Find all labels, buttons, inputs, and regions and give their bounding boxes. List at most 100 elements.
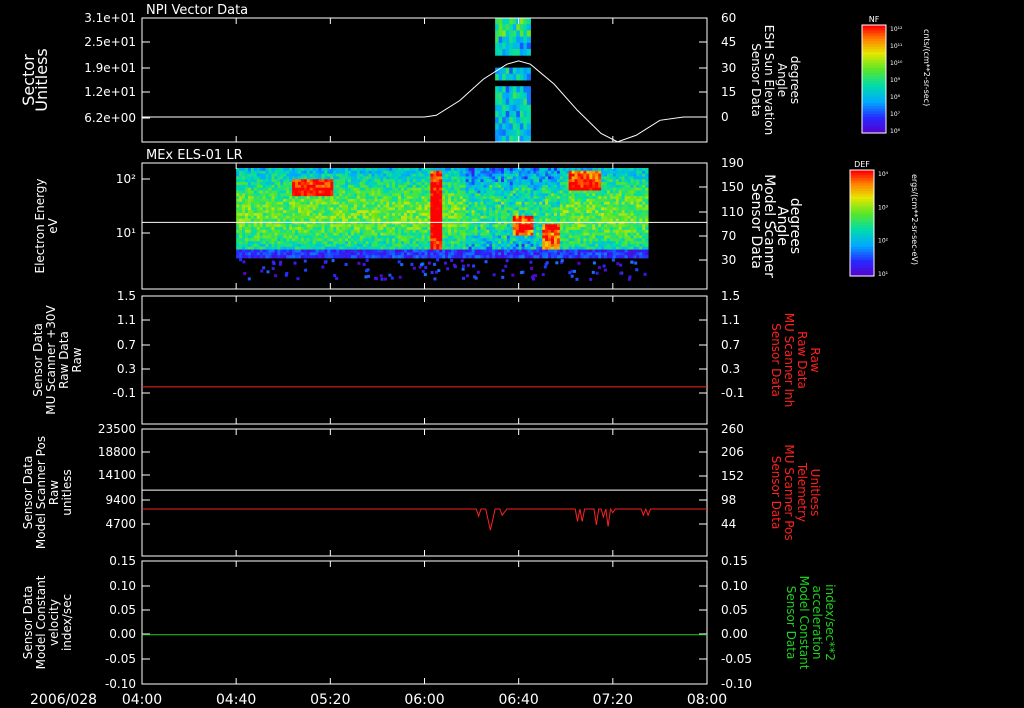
heatmap-cell — [559, 224, 564, 228]
heatmap-cell — [268, 168, 272, 172]
heatmap-cell — [645, 218, 649, 222]
heatmap-cell — [515, 196, 520, 200]
heatmap-cell — [512, 238, 517, 242]
heatmap-cell — [559, 243, 564, 248]
heatmap-cell — [430, 232, 434, 236]
heatmap-cell — [292, 238, 296, 242]
heatmap-cell — [468, 207, 472, 211]
heatmap-cell — [509, 92, 514, 100]
heatmap-cell — [598, 170, 602, 175]
heatmap-cell — [606, 224, 611, 228]
heatmap-cell — [506, 224, 511, 228]
heatmap-cell — [262, 176, 266, 180]
heatmap-cell — [556, 224, 561, 228]
heatmap-cell — [427, 261, 431, 265]
heatmap-cell — [409, 227, 414, 231]
heatmap-cell — [347, 215, 352, 220]
heatmap-cell — [445, 198, 449, 203]
heatmap-cell — [453, 224, 458, 228]
heatmap-cell — [506, 179, 511, 183]
heatmap-cell — [495, 18, 500, 25]
heatmap-cell — [456, 201, 461, 205]
heatmap-cell — [409, 232, 414, 236]
heatmap-cell — [618, 246, 623, 250]
heatmap-cell — [601, 193, 605, 197]
heatmap-cell — [430, 255, 434, 259]
heatmap-cell — [501, 235, 505, 239]
heatmap-cell — [236, 246, 240, 250]
heatmap-cell — [406, 229, 411, 234]
heatmap-cell — [374, 207, 378, 211]
heatmap-cell — [518, 218, 523, 222]
heatmap-cell — [448, 227, 452, 231]
heatmap-cell — [612, 213, 617, 217]
heatmap-cell — [565, 168, 570, 172]
heatmap-cell — [336, 187, 340, 191]
heatmap-cell — [318, 241, 322, 245]
heatmap-cell — [289, 170, 293, 175]
heatmap-cell — [277, 246, 281, 250]
heatmap-cell — [586, 179, 590, 183]
heatmap-cell — [306, 246, 311, 250]
heatmap-cell — [377, 182, 381, 186]
heatmap-cell — [542, 198, 546, 203]
heatmap-cell — [362, 232, 367, 236]
heatmap-cell — [297, 201, 302, 205]
heatmap-cell — [268, 170, 272, 175]
heatmap-cell — [618, 190, 623, 194]
heatmap-cell — [612, 204, 617, 208]
heatmap-cell — [347, 190, 352, 194]
heatmap-cell — [586, 207, 590, 211]
heatmap-cell — [639, 184, 643, 189]
heatmap-cell — [403, 218, 408, 222]
heatmap-cell — [412, 196, 417, 200]
heatmap-cell — [627, 224, 631, 228]
heatmap-cell — [592, 218, 596, 222]
heatmap-cell — [277, 213, 281, 217]
heatmap-cell — [503, 229, 508, 234]
heatmap-cell — [639, 224, 643, 228]
heatmap-cell — [615, 241, 620, 245]
heatmap-cell — [571, 215, 575, 220]
heatmap-cell — [645, 249, 649, 253]
heatmap-cell — [465, 224, 470, 228]
heatmap-cell — [445, 182, 449, 186]
heatmap-cell — [277, 173, 281, 177]
heatmap-cell — [601, 229, 605, 234]
heatmap-cell — [286, 201, 290, 205]
heatmap-cell — [586, 190, 590, 194]
heatmap-cell — [580, 227, 584, 231]
heatmap-cell — [398, 215, 402, 220]
heatmap-cell — [333, 187, 337, 191]
heatmap-cell — [439, 210, 443, 214]
heatmap-cell — [474, 176, 478, 180]
heatmap-cell — [271, 184, 275, 189]
heatmap-cell — [259, 224, 264, 228]
heatmap-cell — [495, 111, 500, 118]
heatmap-cell — [359, 232, 364, 236]
heatmap-cell — [477, 246, 481, 250]
heatmap-cell — [598, 249, 602, 253]
heatmap-cell — [627, 193, 631, 197]
heatmap-cell — [474, 170, 478, 175]
heatmap-cell — [516, 123, 521, 131]
heatmap-cell — [403, 238, 408, 242]
heatmap-cell — [242, 243, 246, 248]
heatmap-cell — [265, 207, 269, 211]
heatmap-cell — [446, 267, 450, 271]
heatmap-cell — [571, 196, 575, 200]
heatmap-cell — [521, 227, 525, 231]
heatmap-cell — [436, 187, 440, 191]
heatmap-cell — [256, 227, 261, 231]
heatmap-cell — [548, 176, 552, 180]
heatmap-cell — [562, 187, 567, 191]
heatmap-cell — [324, 204, 328, 208]
heatmap-cell — [571, 243, 575, 248]
heatmap-cell — [415, 252, 420, 256]
heatmap-cell — [383, 277, 387, 281]
heatmap-cell — [615, 184, 620, 189]
heatmap-cell — [495, 182, 499, 186]
heatmap-cell — [542, 179, 546, 183]
heatmap-cell — [389, 241, 393, 245]
heatmap-cell — [601, 224, 605, 228]
